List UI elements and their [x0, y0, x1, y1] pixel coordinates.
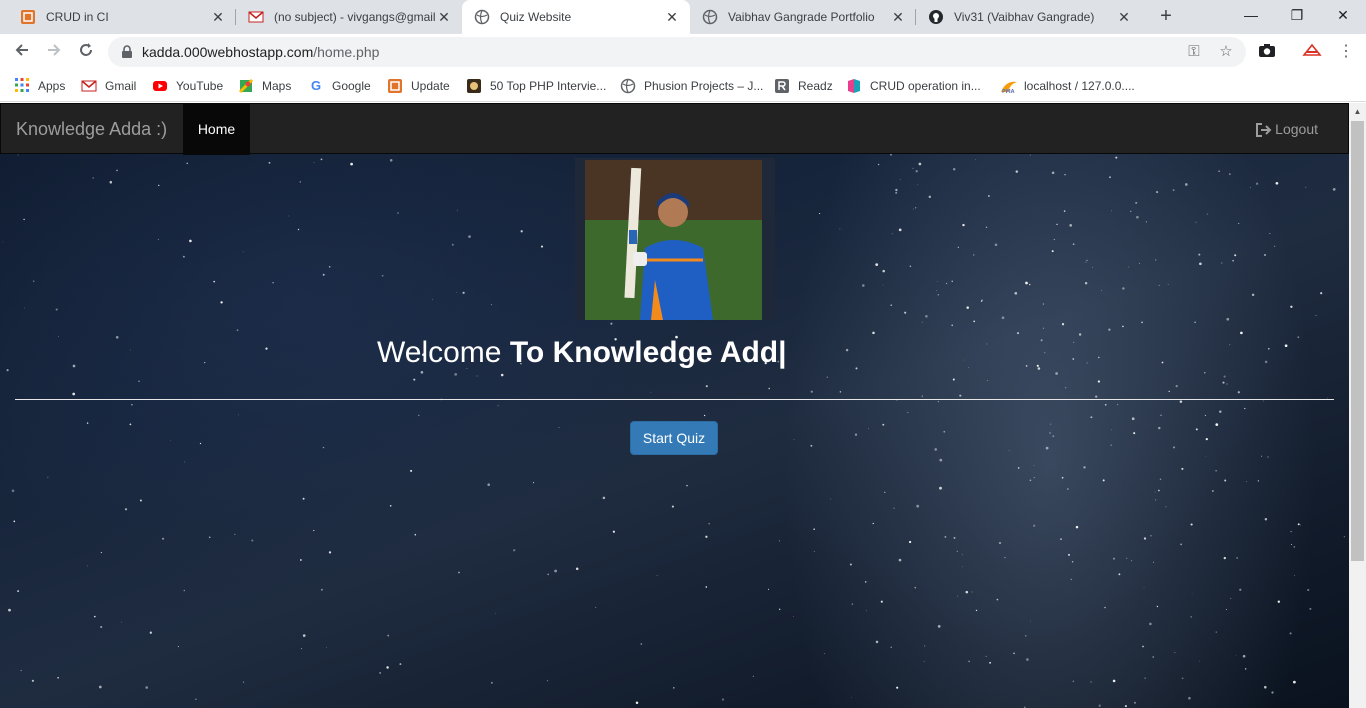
phpmyadmin-icon: PMA: [1000, 78, 1017, 95]
tab-title: Quiz Website: [500, 10, 572, 24]
welcome-heading: Welcome To Knowledge Add|: [377, 336, 787, 370]
tab-title: Vaibhav Gangrade Portfolio: [728, 10, 875, 24]
gmail-icon: [248, 9, 264, 25]
scrollbar-thumb[interactable]: [1351, 121, 1364, 561]
bookmark-php-questions[interactable]: 50 Top PHP Intervie...: [466, 76, 606, 96]
tab-strip: CRUD in CI ✕ (no subject) - vivgangs@gma…: [0, 0, 1366, 34]
lock-icon: [122, 45, 132, 58]
browser-toolbar: kadda.000webhostapp.com/home.php ⚿ ☆ ⋮: [0, 34, 1366, 70]
start-quiz-button[interactable]: Start Quiz: [630, 421, 718, 455]
bookmark-label: Google: [332, 79, 371, 93]
close-icon[interactable]: ✕: [436, 9, 452, 25]
horizontal-divider: [15, 399, 1334, 400]
globe-icon: [620, 78, 636, 94]
extension-icon[interactable]: [1302, 42, 1322, 62]
tab-quiz-website[interactable]: Quiz Website ✕: [462, 0, 690, 34]
minimize-button[interactable]: —: [1228, 0, 1274, 30]
bookmark-google[interactable]: G Google: [308, 76, 371, 96]
bookmark-label: CRUD operation in...: [870, 79, 981, 93]
svg-text:PMA: PMA: [1002, 89, 1015, 94]
bookmark-label: Phusion Projects – J...: [644, 79, 764, 93]
site-navbar: Knowledge Adda :) Home Logout: [0, 103, 1349, 155]
bookmark-youtube[interactable]: YouTube: [152, 76, 223, 96]
codeigniter-icon: [387, 78, 403, 94]
url-host: kadda.000webhostapp.com: [142, 44, 314, 60]
bookmark-label: Readz: [798, 79, 833, 93]
globe-icon: [702, 9, 718, 25]
youtube-icon: [152, 78, 168, 94]
url-text: kadda.000webhostapp.com/home.php: [142, 37, 379, 67]
tab-portfolio[interactable]: Vaibhav Gangrade Portfolio ✕: [690, 0, 916, 34]
logout-icon: [1256, 122, 1272, 137]
google-icon: G: [310, 78, 322, 93]
bookmark-maps[interactable]: Maps: [238, 76, 291, 96]
address-bar[interactable]: kadda.000webhostapp.com/home.php ⚿ ☆: [108, 37, 1246, 67]
tab-gmail[interactable]: (no subject) - vivgangs@gmail ✕: [236, 0, 462, 34]
key-icon[interactable]: ⚿: [1186, 44, 1202, 60]
bookmark-label: localhost / 127.0.0....: [1024, 79, 1135, 93]
bookmark-label: 50 Top PHP Intervie...: [490, 79, 607, 93]
bookmarks-bar: Apps Gmail YouTube Maps G Google Update …: [0, 70, 1366, 102]
close-icon[interactable]: ✕: [890, 9, 906, 25]
forward-button[interactable]: [40, 38, 68, 66]
url-path: /home.php: [313, 44, 380, 60]
new-tab-button[interactable]: +: [1154, 5, 1178, 29]
site-brand[interactable]: Knowledge Adda :): [16, 104, 167, 155]
page-scrollbar[interactable]: ▲: [1349, 103, 1366, 708]
bookmark-label: Maps: [262, 79, 292, 93]
close-window-button[interactable]: ✕: [1320, 0, 1366, 30]
tab-title: (no subject) - vivgangs@gmail: [274, 10, 436, 24]
back-button[interactable]: [8, 38, 36, 66]
bookmark-label: Update: [411, 79, 450, 93]
profile-photo: [585, 160, 762, 320]
camera-icon[interactable]: [1257, 42, 1277, 62]
tab-title: Viv31 (Vaibhav Gangrade): [954, 10, 1095, 24]
welcome-bold: To Knowledge Add|: [509, 336, 787, 369]
bookmark-readz[interactable]: Readz: [774, 76, 833, 96]
globe-icon: [474, 9, 490, 25]
bookmark-label: Gmail: [105, 79, 137, 93]
codeigniter-icon: [20, 9, 36, 25]
star-icon[interactable]: ☆: [1218, 44, 1234, 60]
tab-crud-in-ci[interactable]: CRUD in CI ✕: [0, 0, 236, 34]
welcome-regular: Welcome: [377, 336, 510, 369]
bookmark-localhost[interactable]: PMA localhost / 127.0.0....: [1000, 76, 1135, 96]
bookmark-update[interactable]: Update: [387, 76, 450, 96]
bookmark-label: Apps: [38, 79, 66, 93]
profile-frame: [575, 158, 775, 320]
close-icon[interactable]: ✕: [664, 9, 680, 25]
tab-title: CRUD in CI: [46, 10, 109, 24]
scroll-up-arrow-icon[interactable]: ▲: [1349, 103, 1366, 120]
forward-arrow-icon: [48, 44, 61, 56]
github-icon: [928, 9, 944, 25]
back-arrow-icon: [15, 44, 28, 56]
close-icon[interactable]: ✕: [1116, 9, 1132, 25]
maximize-button[interactable]: ❐: [1274, 0, 1320, 30]
menu-icon[interactable]: ⋮: [1336, 42, 1356, 62]
bookmark-label: YouTube: [176, 79, 224, 93]
page-viewport: Knowledge Adda :) Home Logout Welcome To…: [0, 103, 1349, 708]
reload-icon: [80, 43, 92, 56]
crud-icon: [846, 78, 862, 94]
readz-icon: [774, 78, 790, 94]
nav-home-link[interactable]: Home: [183, 104, 250, 155]
bookmark-phusion[interactable]: Phusion Projects – J...: [620, 76, 763, 96]
bookmark-site-icon: [466, 78, 482, 94]
close-icon[interactable]: ✕: [210, 9, 226, 25]
logout-link[interactable]: Logout: [1256, 104, 1318, 155]
apps-grid-icon: [14, 78, 30, 94]
tab-github[interactable]: Viv31 (Vaibhav Gangrade) ✕: [916, 0, 1142, 34]
gmail-icon: [81, 78, 97, 94]
maps-icon: [238, 78, 254, 94]
bookmark-gmail[interactable]: Gmail: [81, 76, 136, 96]
logout-label: Logout: [1275, 121, 1318, 137]
bookmark-crud[interactable]: CRUD operation in...: [846, 76, 981, 96]
reload-button[interactable]: [72, 38, 100, 66]
bookmark-apps[interactable]: Apps: [14, 76, 65, 96]
